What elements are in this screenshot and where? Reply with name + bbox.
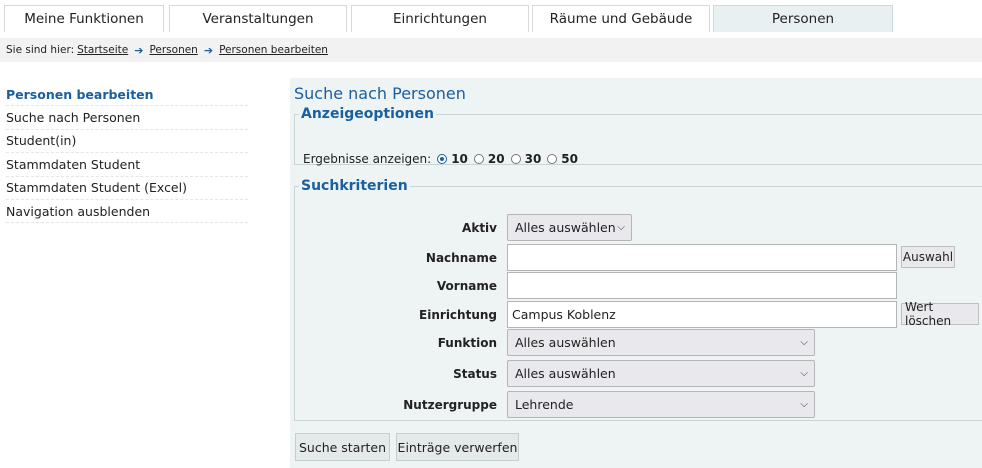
results-radio-10[interactable]: 10 [437, 152, 468, 166]
arrow-right-icon: ➔ [203, 43, 214, 57]
radio-label: 20 [487, 152, 505, 166]
row-status: Status Alles auswählen ⌵ [295, 360, 982, 388]
aktiv-label: Aktiv [462, 221, 497, 235]
tab-raeume-und-gebaeude[interactable]: Räume und Gebäude [532, 5, 710, 32]
breadcrumb-link-personen-bearbeiten[interactable]: Personen bearbeiten [219, 44, 328, 56]
vorname-input[interactable] [507, 272, 897, 299]
results-per-page-group: Ergebnisse anzeigen: 10 20 30 50 [303, 152, 578, 166]
sidebar-item-suche-nach-personen[interactable]: Suche nach Personen [6, 106, 248, 130]
row-nachname: Nachname Auswahl [295, 244, 982, 272]
radio-label: 50 [561, 152, 578, 166]
search-criteria-fieldset: Suchkriterien Aktiv Alles auswählen ⌵ Na… [294, 178, 982, 421]
tab-personen[interactable]: Personen [713, 5, 893, 32]
arrow-right-icon: ➔ [134, 43, 144, 57]
funktion-select[interactable]: Alles auswählen ⌵ [507, 329, 815, 356]
display-options-fieldset: Anzeigeoptionen Ergebnisse anzeigen: 10 … [294, 106, 982, 166]
radio-label: 10 [451, 152, 468, 166]
results-per-page-label: Ergebnisse anzeigen: [303, 152, 432, 166]
row-aktiv: Aktiv Alles auswählen ⌵ [295, 214, 982, 242]
chevron-down-icon: ⌵ [800, 399, 808, 410]
search-panel: Suche nach Personen Anzeigeoptionen Erge… [290, 78, 982, 468]
search-start-button[interactable]: Suche starten [295, 433, 390, 461]
row-vorname: Vorname [295, 272, 982, 300]
radio-label: 30 [524, 152, 542, 166]
sidebar-item-navigation-ausblenden[interactable]: Navigation ausblenden [6, 200, 248, 224]
status-label: Status [453, 367, 497, 381]
results-radio-30[interactable]: 30 [510, 152, 542, 166]
chevron-down-icon: ⌵ [800, 368, 808, 379]
radio-checked-icon [437, 154, 448, 164]
einrichtung-input[interactable]: Campus Koblenz [507, 301, 897, 328]
nutzergruppe-select[interactable]: Lehrende ⌵ [507, 391, 815, 418]
breadcrumb-lead: Sie sind hier: [6, 44, 75, 56]
sidebar-item-personen-bearbeiten[interactable]: Personen bearbeiten [6, 83, 248, 107]
radio-unchecked-icon [510, 154, 521, 164]
row-nutzergruppe: Nutzergruppe Lehrende ⌵ [295, 391, 982, 419]
radio-unchecked-icon [547, 154, 558, 164]
page-title: Suche nach Personen [294, 84, 466, 103]
aktiv-select[interactable]: Alles auswählen ⌵ [507, 214, 632, 241]
vorname-label: Vorname [436, 279, 497, 293]
main-navigation-tabs: Meine Funktionen Veranstaltungen Einrich… [0, 0, 982, 38]
funktion-select-value: Alles auswählen [515, 335, 616, 350]
nachname-label: Nachname [425, 251, 497, 265]
nutzergruppe-select-value: Lehrende [515, 397, 574, 412]
radio-unchecked-icon [473, 154, 484, 164]
sidebar-item-student[interactable]: Student(in) [6, 130, 248, 154]
status-select-value: Alles auswählen [515, 366, 616, 381]
breadcrumb-link-personen[interactable]: Personen [149, 44, 197, 56]
chevron-down-icon: ⌵ [617, 222, 625, 233]
aktiv-select-value: Alles auswählen [515, 220, 616, 235]
wert-loeschen-button[interactable]: Wert löschen [901, 300, 979, 328]
tab-veranstaltungen[interactable]: Veranstaltungen [169, 5, 347, 32]
nachname-input[interactable] [507, 244, 897, 271]
einrichtung-label: Einrichtung [419, 308, 497, 322]
breadcrumb: Sie sind hier: Startseite ➔ Personen ➔ P… [0, 38, 982, 62]
breadcrumb-link-startseite[interactable]: Startseite [77, 44, 128, 56]
search-criteria-legend: Suchkriterien [301, 178, 408, 194]
sidebar-item-stammdaten-student-excel[interactable]: Stammdaten Student (Excel) [6, 177, 248, 200]
results-radio-20[interactable]: 20 [473, 152, 505, 166]
auswahl-button[interactable]: Auswahl [901, 246, 955, 268]
results-radio-50[interactable]: 50 [547, 152, 578, 166]
row-funktion: Funktion Alles auswählen ⌵ [295, 329, 982, 357]
reset-entries-button[interactable]: Einträge verwerfen [396, 433, 519, 461]
display-options-legend: Anzeigeoptionen [301, 106, 434, 122]
chevron-down-icon: ⌵ [800, 337, 808, 348]
sidebar-item-stammdaten-student[interactable]: Stammdaten Student [6, 153, 248, 177]
tab-meine-funktionen[interactable]: Meine Funktionen [4, 5, 164, 32]
row-einrichtung: Einrichtung Campus Koblenz Wert löschen [295, 300, 982, 329]
sidebar: Personen bearbeiten Suche nach Personen … [6, 83, 248, 224]
tab-einrichtungen[interactable]: Einrichtungen [351, 5, 529, 32]
nutzergruppe-label: Nutzergruppe [403, 398, 497, 412]
status-select[interactable]: Alles auswählen ⌵ [507, 360, 815, 387]
funktion-label: Funktion [437, 336, 497, 350]
